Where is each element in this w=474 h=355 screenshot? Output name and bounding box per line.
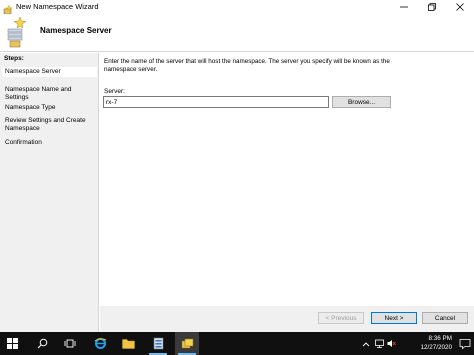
- cancel-button-label: Cancel: [434, 314, 456, 322]
- restore-button[interactable]: [418, 0, 446, 14]
- wizard-app-icon: [3, 2, 14, 15]
- step-namespace-name-and-settings[interactable]: Namespace Name and Settings: [2, 85, 97, 103]
- server-manager-icon: [153, 337, 163, 350]
- server-label: Server:: [104, 88, 125, 95]
- previous-button[interactable]: < Previous: [318, 312, 364, 324]
- windows-logo-icon: [6, 338, 18, 349]
- steps-label: Steps:: [4, 55, 24, 62]
- search-button[interactable]: [30, 332, 54, 355]
- step-label: Namespace Name and Settings: [5, 86, 72, 101]
- wizard-window: New Namespace Wizard Namespace Server St…: [0, 0, 474, 332]
- taskbar-edge[interactable]: [88, 332, 112, 355]
- step-label: Review Settings and Create Namespace: [5, 117, 86, 132]
- network-icon: [374, 339, 384, 348]
- step-confirmation[interactable]: Confirmation: [2, 138, 97, 148]
- step-namespace-type[interactable]: Namespace Type: [2, 103, 97, 113]
- close-button[interactable]: [446, 0, 474, 14]
- taskbar-server-manager[interactable]: [146, 332, 170, 355]
- action-center-button[interactable]: [459, 337, 471, 350]
- start-button[interactable]: [0, 332, 24, 355]
- task-view-icon: [64, 339, 76, 348]
- chevron-up-icon: [362, 341, 370, 346]
- previous-button-label: < Previous: [325, 314, 357, 322]
- server-input[interactable]: rx-7: [103, 96, 329, 108]
- title-bar[interactable]: New Namespace Wizard: [0, 0, 474, 15]
- task-view-button[interactable]: [58, 332, 82, 355]
- step-label: Confirmation: [5, 139, 42, 146]
- next-button-label: Next >: [384, 314, 404, 322]
- search-icon: [37, 338, 47, 349]
- folder-icon: [121, 339, 135, 349]
- step-review-settings[interactable]: Review Settings and Create Namespace: [2, 116, 92, 134]
- browse-button-label: Browse...: [347, 98, 376, 106]
- network-tray-button[interactable]: [374, 332, 384, 355]
- next-button[interactable]: Next >: [371, 312, 417, 324]
- wizard-header: Namespace Server: [0, 14, 474, 52]
- page-title: Namespace Server: [40, 26, 112, 35]
- wizard-footer: < Previous Next > Cancel: [100, 306, 474, 332]
- internet-explorer-icon: [94, 338, 106, 349]
- cancel-button[interactable]: Cancel: [422, 312, 468, 324]
- window-title: New Namespace Wizard: [16, 2, 99, 11]
- step-label: Namespace Server: [5, 68, 61, 75]
- step-label: Namespace Type: [5, 104, 56, 111]
- clock-time: 8:36 PM: [428, 335, 452, 342]
- clock-date: 12/27/2020: [420, 344, 452, 351]
- notification-icon: [459, 339, 471, 350]
- minimize-button[interactable]: [390, 0, 418, 14]
- steps-sidebar: Steps: Namespace Server Namespace Name a…: [0, 53, 99, 332]
- taskbar: 8:36 PM 12/27/2020: [0, 332, 474, 355]
- main-content: Enter the name of the server that will h…: [100, 53, 474, 332]
- step-namespace-server[interactable]: Namespace Server: [2, 67, 97, 77]
- show-hidden-icons-button[interactable]: [362, 332, 370, 355]
- taskbar-file-explorer[interactable]: [116, 332, 140, 355]
- system-clock[interactable]: 8:36 PM 12/27/2020: [392, 334, 452, 352]
- instructions-text: Enter the name of the server that will h…: [104, 58, 390, 73]
- dfs-management-icon: [181, 338, 193, 349]
- taskbar-namespace-wizard[interactable]: [175, 332, 199, 355]
- wizard-namespace-icon: [6, 16, 28, 48]
- browse-button[interactable]: Browse...: [332, 96, 391, 108]
